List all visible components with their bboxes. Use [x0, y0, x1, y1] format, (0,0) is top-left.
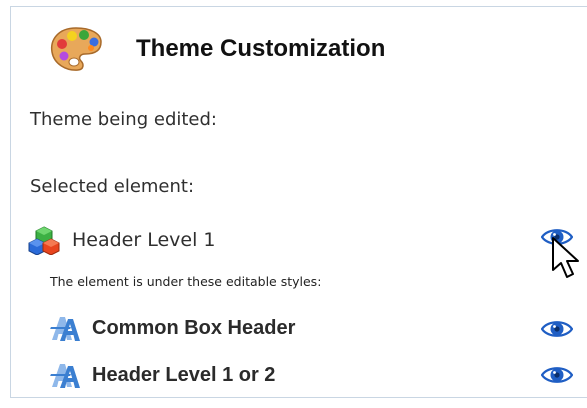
eye-icon[interactable] — [541, 318, 573, 340]
eye-icon[interactable] — [541, 364, 573, 386]
panel-title: Theme Customization — [136, 35, 386, 62]
theme-being-edited-label: Theme being edited: — [30, 109, 217, 130]
selected-element-name: Header Level 1 — [72, 229, 216, 251]
style-row-common-box-header[interactable]: Common Box Header — [50, 313, 295, 343]
style-font-icon — [50, 313, 84, 343]
selected-element-label: Selected element: — [30, 176, 195, 197]
panel-bottom-border — [10, 397, 587, 398]
style-row-header-level-1-or-2[interactable]: Header Level 1 or 2 — [50, 360, 275, 390]
panel-header: Theme Customization — [48, 24, 385, 74]
style-name: Common Box Header — [92, 316, 296, 339]
editable-styles-note: The element is under these editable styl… — [50, 274, 322, 289]
style-font-icon — [50, 360, 84, 390]
eye-icon[interactable] — [541, 226, 573, 248]
palette-icon — [48, 24, 104, 74]
selected-element-row[interactable]: Header Level 1 — [28, 225, 216, 255]
style-name: Header Level 1 or 2 — [92, 363, 276, 386]
cubes-icon — [28, 225, 60, 255]
